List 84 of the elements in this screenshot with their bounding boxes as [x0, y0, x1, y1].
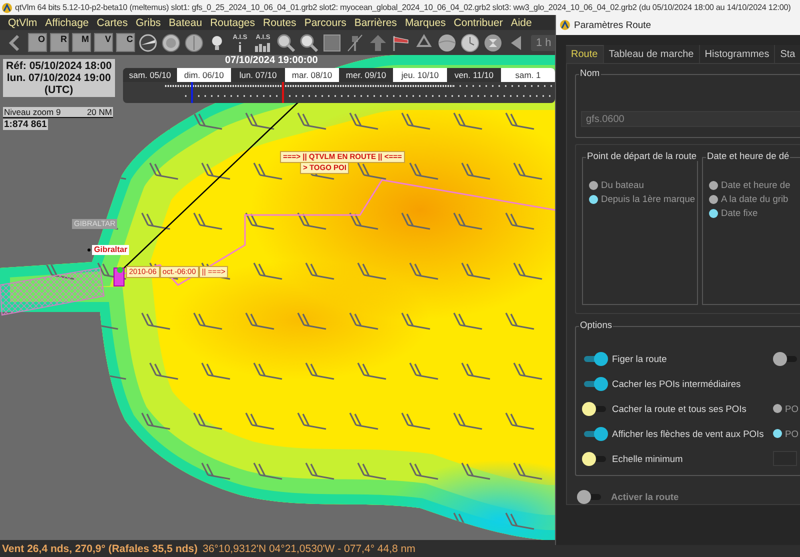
option-label: Echelle minimum — [612, 454, 683, 464]
map-layer-button[interactable]: R — [50, 33, 69, 52]
square-icon[interactable] — [322, 32, 342, 52]
timeline-day[interactable]: sam. 05/10 — [123, 68, 177, 82]
option-label: Cacher les POIs intermédiaires — [612, 378, 741, 388]
tab[interactable]: Route — [566, 45, 604, 63]
menu-item[interactable]: Barrières — [350, 16, 401, 28]
radio-option[interactable]: Date fixe — [709, 208, 800, 218]
option-label: Activer la route — [611, 492, 679, 502]
up-arrow-icon[interactable] — [368, 32, 388, 52]
timeline-day[interactable]: lun. 07/10 — [231, 68, 285, 82]
city-label: Gibraltar — [92, 245, 130, 255]
tab[interactable]: Tableau de marche — [604, 45, 700, 63]
timeline[interactable]: sam. 05/10 dim. 06/10 lun. 07/10 mar. 08/10 mer. 09/10 jeu. 10/10 ven. 11/10 sam. 1 — [123, 68, 555, 103]
timeline-day[interactable]: jeu. 10/10 — [393, 68, 447, 82]
option-label: Figer la route — [612, 354, 667, 364]
dialog-title: Paramètres Route — [574, 20, 652, 30]
toggle-switch[interactable] — [582, 402, 608, 416]
map-layer-button[interactable]: C — [116, 33, 135, 52]
group-title: Nom — [579, 68, 601, 78]
reference-marker — [191, 82, 193, 103]
menu-item[interactable]: Contribuer — [450, 16, 507, 28]
current-time: lun. 07/10/2024 19:00 — [6, 72, 111, 84]
timeline-day[interactable]: mar. 08/10 — [285, 68, 339, 82]
option-label: Afficher les flèches de vent aux POIs — [612, 428, 764, 438]
menu-item[interactable]: Bateau — [164, 16, 206, 28]
group-title: Point de départ de la route — [586, 151, 698, 161]
map-layer-button[interactable]: V — [94, 33, 113, 52]
timeline-day[interactable]: ven. 11/10 — [447, 68, 501, 82]
radio-option[interactable]: PO — [773, 404, 798, 414]
map-layer-button[interactable]: M — [72, 33, 91, 52]
timezone-label: (UTC) — [44, 84, 74, 96]
menu-item[interactable]: Gribs — [132, 16, 165, 28]
current-time-marker[interactable] — [282, 82, 284, 103]
timeline-day[interactable]: dim. 06/10 — [177, 68, 231, 82]
toggle-switch[interactable] — [582, 352, 608, 366]
menu-item[interactable]: Parcours — [300, 16, 350, 28]
zoom-level: Niveau zoom 9 — [4, 107, 61, 117]
option-label: Cacher la route et tous ses POIs — [612, 404, 746, 414]
timeline-title: 07/10/2024 19:00:00 — [225, 55, 318, 66]
globe-icon[interactable] — [437, 32, 457, 52]
toggle-switch[interactable] — [582, 452, 608, 466]
tab[interactable]: Histogrammes — [700, 45, 776, 63]
menu-item[interactable]: Routes — [259, 16, 300, 28]
group-title: Options — [579, 320, 614, 330]
map-layer-button[interactable]: O — [28, 33, 47, 52]
reference-time: Réf: 05/10/2024 18:00 — [6, 60, 112, 72]
zoom-icon[interactable] — [276, 32, 296, 52]
group-title: Date et heure de dé — [706, 151, 790, 161]
radio-option[interactable]: PO — [773, 428, 798, 438]
app-logo-icon — [2, 2, 12, 12]
timeline-day[interactable]: sam. 1 — [501, 68, 555, 82]
dial-icon[interactable] — [161, 32, 181, 52]
menu-item[interactable]: QtVlm — [4, 16, 42, 28]
tab[interactable]: Sta — [775, 45, 800, 63]
app-logo-icon — [560, 20, 570, 30]
menu-item[interactable]: Marques — [400, 16, 450, 28]
radio-option[interactable]: Du bateau — [589, 180, 697, 190]
zoom-icon[interactable] — [299, 32, 319, 52]
pin-icon[interactable] — [345, 32, 365, 52]
menu-item[interactable]: Cartes — [92, 16, 132, 28]
scale-distance: 20 NM — [86, 107, 112, 117]
scale-ratio: 1:874 861 — [3, 119, 48, 130]
bar-chart-icon — [255, 42, 271, 52]
hourglass-icon[interactable] — [483, 32, 503, 52]
radio-option[interactable]: A la date du grib — [709, 194, 800, 204]
radio-option[interactable]: Depuis la 1ère marque — [589, 194, 697, 204]
info-icon — [236, 42, 244, 52]
dial-icon[interactable] — [184, 32, 204, 52]
wind-readout: Vent 26,4 nds, 270,9° (Rafales 35,5 nds) — [2, 542, 198, 554]
position-readout: 36°10,9312'N 04°21,0530'W - 077,4° 44,8 nm — [202, 542, 416, 554]
boat-icon — [114, 267, 124, 286]
menu-item[interactable]: Routages — [206, 16, 260, 28]
compass-icon[interactable] — [138, 32, 158, 52]
window-title: qtVlm 64 bits 5.12-10-p2-beta10 (meltemus) slot1: gfs_0_25_2024_10_06_04_01.grb2 slot2: myocean_global_2024_10_06_04_02.grb2 slot3: ww3_glo_2024_10_06_04_02.grb2 (du 05/10/2024 18:00 au 14/10/2024 12:00) — [15, 3, 791, 12]
toggle-switch[interactable] — [773, 352, 799, 366]
menu-item[interactable]: Affichage — [41, 16, 93, 28]
menu-item[interactable]: Aide — [506, 16, 536, 28]
place-dot — [88, 248, 90, 252]
clock-icon[interactable] — [460, 32, 480, 52]
radio-option[interactable]: Date et heure de — [709, 180, 800, 190]
toggle-switch[interactable] — [582, 426, 608, 440]
timeline-day[interactable]: mer. 09/10 — [339, 68, 393, 82]
toggle-switch[interactable] — [582, 376, 608, 390]
